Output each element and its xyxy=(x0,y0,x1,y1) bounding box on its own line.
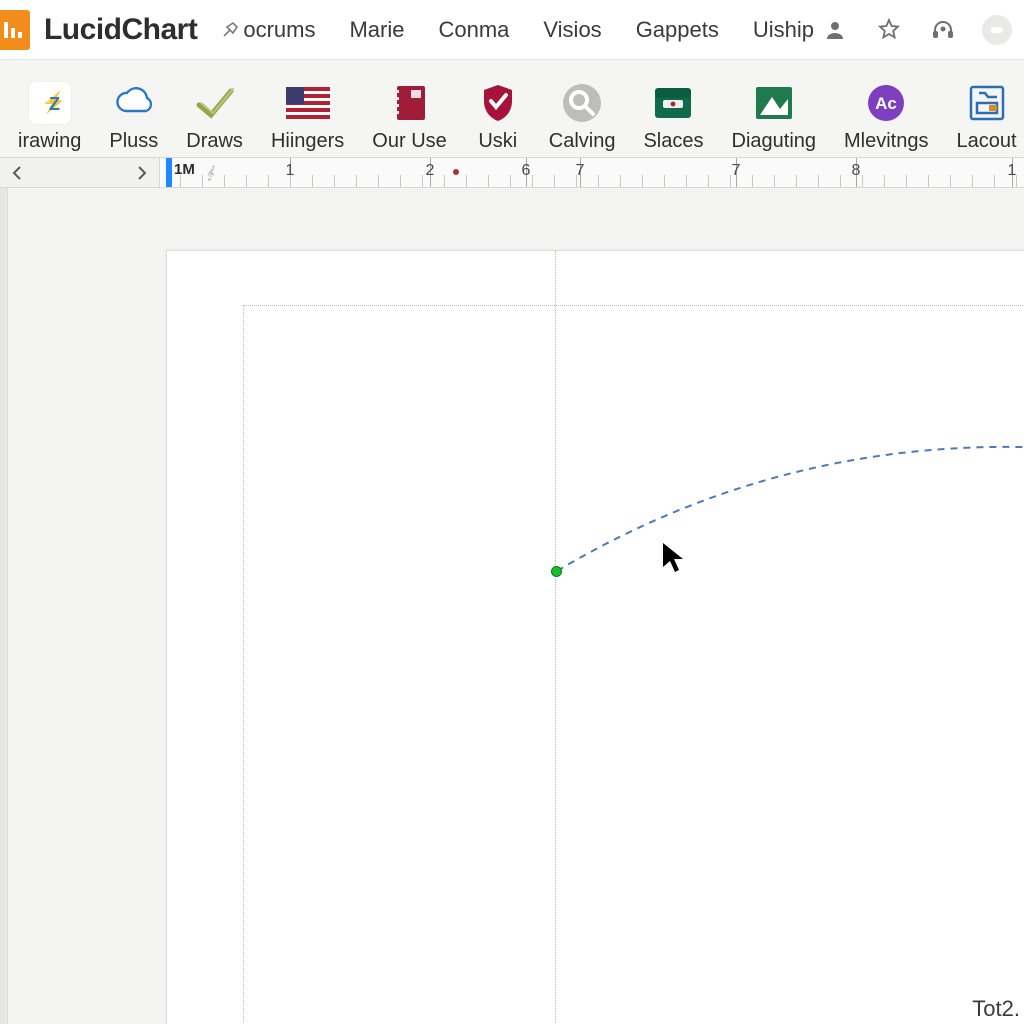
ribbon-label: Slaces xyxy=(643,131,703,151)
ribbon-label: Lacout xyxy=(957,131,1017,151)
menu-visios[interactable]: Visios xyxy=(543,17,601,43)
avatar-ac-icon: Ac xyxy=(864,81,908,125)
ribbon-label: irawing xyxy=(18,131,81,151)
menu-label: Conma xyxy=(438,17,509,43)
ribbon-calving[interactable]: Calving xyxy=(535,81,630,151)
horizontal-ruler[interactable]: 1M 𝄞 1267781 xyxy=(160,158,1024,187)
ruler-glyphs: 𝄞 xyxy=(206,165,217,181)
tab-scroll-right[interactable] xyxy=(133,164,151,182)
menu-uiship[interactable]: Uiship xyxy=(753,17,814,43)
canvas-gutter xyxy=(8,188,160,1024)
menu-label: Uiship xyxy=(753,17,814,43)
ribbon-uski[interactable]: Uski xyxy=(461,81,535,151)
ribbon-label: Mlevitngs xyxy=(844,131,928,151)
ribbon-label: Draws xyxy=(186,131,243,151)
star-icon[interactable] xyxy=(874,15,904,45)
ruler-row: 1M 𝄞 1267781 xyxy=(0,158,1024,188)
tab-scroll-control xyxy=(0,158,160,187)
pin-icon xyxy=(221,21,239,39)
svg-text:Z: Z xyxy=(49,94,60,114)
ribbon-toolbar: ⚡Z irawing Pluss Draws Hiingers Our Use xyxy=(0,60,1024,158)
ribbon-pluss[interactable]: Pluss xyxy=(95,81,172,151)
page-margin-guide xyxy=(243,305,1024,1024)
ribbon-irawing[interactable]: ⚡Z irawing xyxy=(4,81,95,151)
canvas[interactable]: Tot2. xyxy=(160,188,1024,1024)
notebook-icon xyxy=(388,81,432,125)
menu-label: Marie xyxy=(349,17,404,43)
workarea: Tot2. xyxy=(0,188,1024,1024)
menu-label: Visios xyxy=(543,17,601,43)
image-mountain-icon xyxy=(752,81,796,125)
ruler-unit-label: 1M xyxy=(174,161,195,178)
search-circle-icon xyxy=(560,81,604,125)
curve-endpoint-handle[interactable] xyxy=(551,566,562,577)
ribbon-label: Our Use xyxy=(372,131,446,151)
ribbon-slaces[interactable]: Slaces xyxy=(629,81,717,151)
app-logo-icon[interactable] xyxy=(0,10,30,50)
check-draw-icon xyxy=(193,81,237,125)
tab-scroll-left[interactable] xyxy=(8,164,26,182)
page[interactable] xyxy=(166,250,1024,1024)
user-icon[interactable] xyxy=(820,15,850,45)
ruler-marker-dot[interactable] xyxy=(453,169,459,175)
status-text: Tot2. xyxy=(972,996,1020,1022)
menu-ocrums[interactable]: ocrums xyxy=(221,17,315,43)
menu-gappets[interactable]: Gappets xyxy=(636,17,719,43)
wallet-icon xyxy=(651,81,695,125)
shield-check-icon xyxy=(476,81,520,125)
menu-conma[interactable]: Conma xyxy=(438,17,509,43)
vertical-ruler[interactable] xyxy=(0,188,8,1024)
ruler-position-indicator[interactable] xyxy=(166,158,172,187)
ribbon-diaguting[interactable]: Diaguting xyxy=(718,81,831,151)
ribbon-draws[interactable]: Draws xyxy=(172,81,257,151)
ribbon-ouruse[interactable]: Our Use xyxy=(358,81,460,151)
flag-us-icon xyxy=(286,81,330,125)
layout-icon xyxy=(965,81,1009,125)
vertical-guide-line[interactable] xyxy=(555,251,556,1024)
avatar-text: Ac xyxy=(875,94,897,113)
menu-label: Gappets xyxy=(636,17,719,43)
account-circle-icon[interactable] xyxy=(982,15,1012,45)
ribbon-label: Calving xyxy=(549,131,616,151)
menu-bar: LucidChart ocrums Marie Conma Visios Gap… xyxy=(0,0,1024,60)
ribbon-label: Pluss xyxy=(109,131,158,151)
menu-marie[interactable]: Marie xyxy=(349,17,404,43)
cloud-icon xyxy=(112,81,156,125)
ribbon-label: Diaguting xyxy=(732,131,817,151)
ribbon-lacout[interactable]: Lacout xyxy=(943,81,1024,151)
menubar-right xyxy=(820,15,1018,45)
headset-icon[interactable] xyxy=(928,15,958,45)
ribbon-label: Uski xyxy=(478,131,517,151)
ribbon-hiingers[interactable]: Hiingers xyxy=(257,81,358,151)
bolt-z-icon: ⚡Z xyxy=(28,81,72,125)
app-title: LucidChart xyxy=(44,13,197,47)
ruler-number: 2 xyxy=(426,162,435,180)
ruler-number: 6 xyxy=(522,162,531,180)
ribbon-mlevitngs[interactable]: Ac Mlevitngs xyxy=(830,81,942,151)
menu-items: ocrums Marie Conma Visios Gappets Uiship xyxy=(221,17,814,43)
ruler-number: 8 xyxy=(852,162,861,180)
ribbon-label: Hiingers xyxy=(271,131,344,151)
ruler-number: 7 xyxy=(732,162,741,180)
menu-label: ocrums xyxy=(243,17,315,43)
